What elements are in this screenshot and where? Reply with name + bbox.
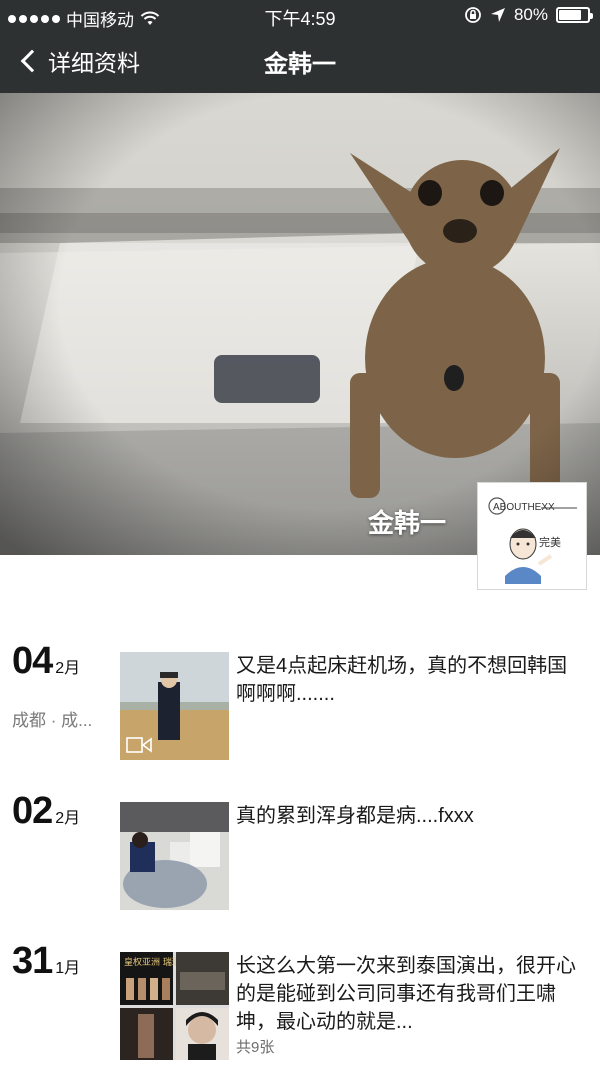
post-day: 04 <box>12 640 53 682</box>
photo-count: 共9张 <box>236 1039 275 1056</box>
post-date: 31 1月 <box>12 940 80 983</box>
status-right: 80% <box>464 5 593 25</box>
feed-post[interactable]: 31 1月 皇权亚洲 瑞璐曼谷 长这么大第一次来到泰国演出，很开心的是能碰到公司… <box>0 940 600 1060</box>
post-date: 02 2月 <box>12 790 80 833</box>
post-text: 长这么大第一次来到泰国演出，很开心的是能碰到公司同事还有我哥们王啸坤，最心动的就… <box>236 955 576 1033</box>
thumbnail-image <box>120 802 229 910</box>
post-thumbnail[interactable] <box>120 652 229 760</box>
status-bar: 中国移动 下午4:59 80% <box>0 0 600 30</box>
cover-name: 金韩一 <box>367 508 446 538</box>
post-thumbnail[interactable] <box>120 802 229 910</box>
avatar[interactable]: ABOUTHEXX 完美 <box>477 482 587 590</box>
post-text: 真的累到浑身都是病....fxxx <box>236 805 474 827</box>
post-month: 1月 <box>55 960 81 977</box>
video-camera-icon <box>126 737 152 753</box>
post-collage[interactable]: 皇权亚洲 瑞璐曼谷 <box>120 952 229 1060</box>
feed-post[interactable]: 04 2月 成都 · 成... 又是4点起床赶机场，真的不想回韩国啊啊啊....… <box>0 640 600 760</box>
avatar-caption: 完美 <box>539 535 561 549</box>
post-day: 02 <box>12 790 53 832</box>
avatar-image: ABOUTHEXX 完美 <box>488 497 577 584</box>
post-date: 04 2月 <box>12 640 80 683</box>
post-location[interactable]: 成都 · 成... <box>12 706 92 731</box>
battery-icon <box>556 7 593 23</box>
battery-fill <box>559 10 582 20</box>
battery-percent: 80% <box>513 5 548 24</box>
location-arrow-icon <box>490 8 505 22</box>
post-text: 又是4点起床赶机场，真的不想回韩国啊啊啊....... <box>236 655 568 705</box>
orientation-lock-icon <box>465 7 481 23</box>
collage-image: 皇权亚洲 瑞璐曼谷 <box>120 952 229 1060</box>
nav-bar: 详细资料 金韩一 <box>0 30 600 93</box>
feed-post[interactable]: 02 2月 真的累到浑身都是病....fxxx <box>0 790 600 910</box>
post-month: 2月 <box>55 810 81 827</box>
post-day: 31 <box>12 940 53 982</box>
post-month: 2月 <box>55 660 81 677</box>
page-title: 金韩一 <box>264 51 336 78</box>
